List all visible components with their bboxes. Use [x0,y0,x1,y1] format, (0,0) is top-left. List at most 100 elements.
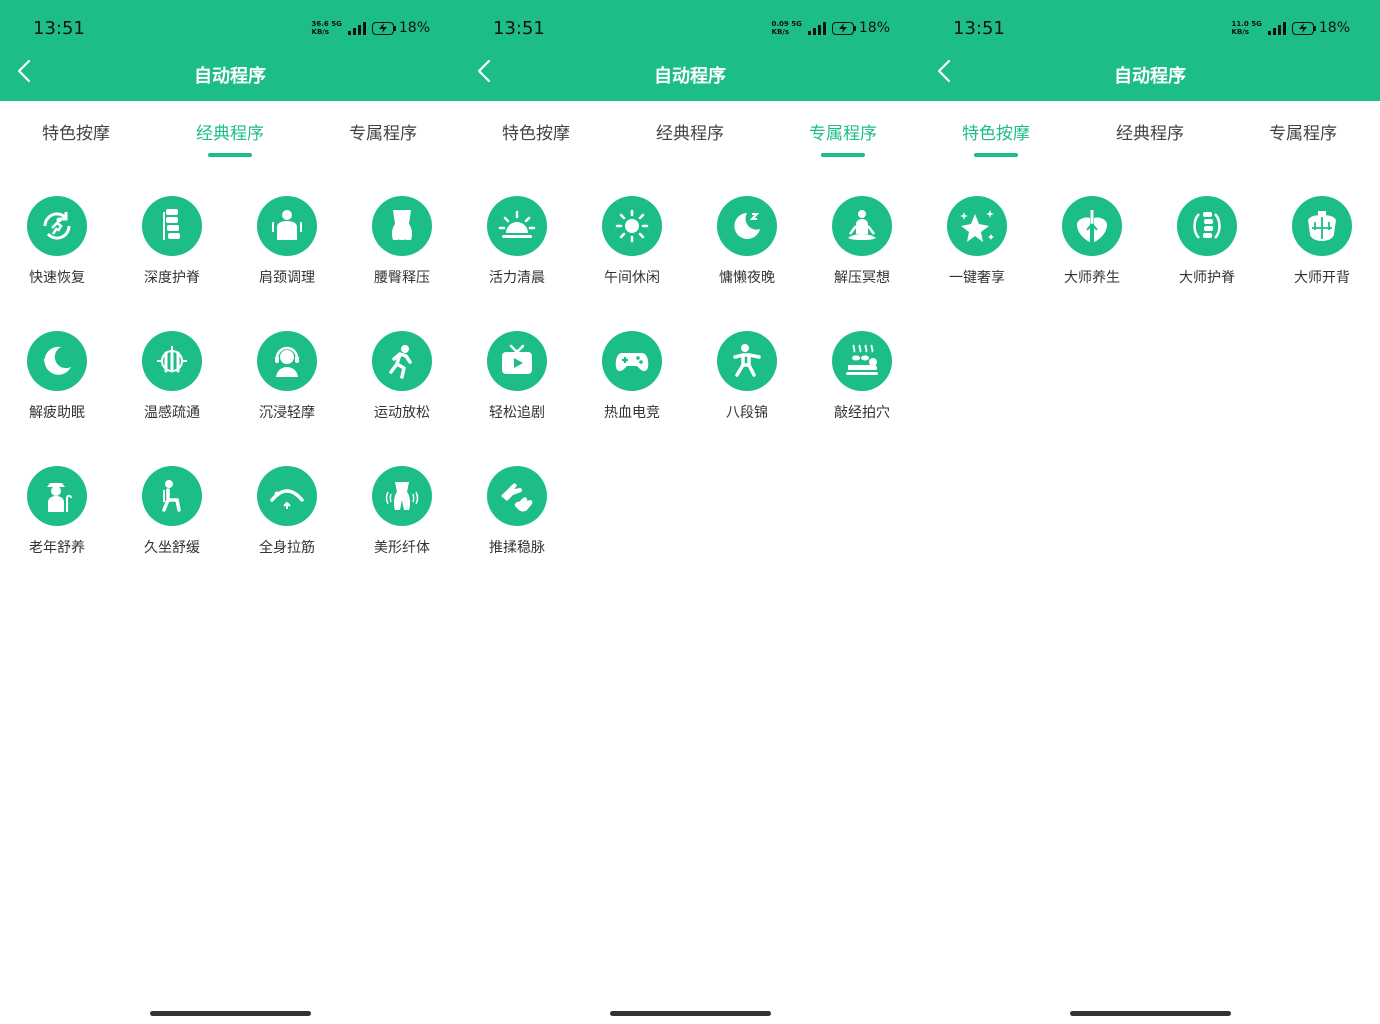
program-label: 快速恢复 [29,270,85,286]
network-speed: 36.6 5G KB/s [311,20,342,36]
program-item[interactable]: 活力清晨 [472,196,562,287]
moon-zz-icon [717,196,777,256]
page-title: 自动程序 [194,66,266,87]
body-shape-icon [372,466,432,526]
phone-screen-3: 13:51 11.0 5G KB/s 18% 自动程序 特色按摩 经典程序 专属… [920,0,1380,1024]
phone-screen-1: 13:51 36.6 5G KB/s 18% 自动程序 特色按摩 经典程序 专属… [0,0,460,1024]
tab-bar: 特色按摩 经典程序 专属程序 [920,101,1380,165]
program-label: 热血电竞 [604,405,660,421]
program-item[interactable]: 解疲助眠 [12,331,102,422]
battery-percent: 18% [858,20,890,36]
back-muscle-icon [1292,196,1352,256]
page-title: 自动程序 [654,66,726,87]
status-bar-right: 36.6 5G KB/s 18% [312,20,430,36]
active-tab-indicator [208,153,252,157]
tab-3[interactable]: 专属程序 [788,119,898,144]
home-indicator[interactable] [1070,1011,1231,1016]
program-item[interactable]: 午间休闲 [587,196,677,287]
tab-2[interactable]: 经典程序 [175,119,285,144]
program-item[interactable]: 热血电竞 [587,331,677,422]
tab-bar: 特色按摩 经典程序 专属程序 [0,101,460,165]
program-label: 运动放松 [374,405,430,421]
quick-recovery-icon [27,196,87,256]
battery-percent: 18% [1318,20,1350,36]
tab-2[interactable]: 经典程序 [635,119,745,144]
program-item[interactable]: 全身拉筋 [242,466,332,557]
page-title: 自动程序 [1114,66,1186,87]
program-item[interactable]: 深度护脊 [127,196,217,287]
program-label: 慵懒夜晚 [719,270,775,286]
status-time: 13:51 [33,18,85,39]
meditation-icon [832,196,892,256]
program-label: 解压冥想 [834,270,890,286]
tab-1[interactable]: 特色按摩 [21,119,131,144]
battery-icon: 18% [371,20,430,36]
tab-1[interactable]: 特色按摩 [941,119,1051,144]
stretch-icon [257,466,317,526]
tab-2[interactable]: 经典程序 [1095,119,1205,144]
home-indicator[interactable] [610,1011,771,1016]
program-item[interactable]: 慵懒夜晚 [702,196,792,287]
program-item[interactable]: 久坐舒缓 [127,466,217,557]
tab-1[interactable]: 特色按摩 [481,119,591,144]
program-item[interactable]: 温感疏通 [127,331,217,422]
app-header: 13:51 0.09 5G KB/s 18% 自动程序 [460,0,920,101]
program-item[interactable]: 老年舒养 [12,466,102,557]
program-item[interactable]: 肩颈调理 [242,196,332,287]
tai-chi-icon [717,331,777,391]
status-bar-right: 0.09 5G KB/s 18% [772,20,890,36]
program-label: 轻松追剧 [489,405,545,421]
waist-hip-icon [372,196,432,256]
program-item[interactable]: 大师养生 [1047,196,1137,287]
network-speed: 11.0 5G KB/s [1231,20,1262,36]
signal-icon [347,21,366,35]
program-item[interactable]: 八段锦 [702,331,792,422]
active-tab-indicator [974,153,1018,157]
tv-icon [487,331,547,391]
moon-stars-icon [27,331,87,391]
program-label: 一键奢享 [949,270,1005,286]
program-label: 美形纤体 [374,540,430,556]
program-item[interactable]: 运动放松 [357,331,447,422]
program-label: 推揉稳脉 [489,540,545,556]
program-item[interactable]: 解压冥想 [817,196,907,287]
hand-massage-icon [487,466,547,526]
program-label: 大师养生 [1064,270,1120,286]
program-item[interactable]: 快速恢复 [12,196,102,287]
program-item[interactable]: 腰臀释压 [357,196,447,287]
hot-stone-icon [832,331,892,391]
program-item[interactable]: 大师护脊 [1162,196,1252,287]
program-item[interactable]: 敲经拍穴 [817,331,907,422]
program-item[interactable]: 轻松追剧 [472,331,562,422]
program-label: 午间休闲 [604,270,660,286]
program-label: 大师开背 [1294,270,1350,286]
sunrise-icon [487,196,547,256]
headphones-person-icon [257,331,317,391]
program-label: 全身拉筋 [259,540,315,556]
program-label: 敲经拍穴 [834,405,890,421]
home-indicator[interactable] [150,1011,311,1016]
active-tab-indicator [821,153,865,157]
sparkle-stars-icon [947,196,1007,256]
gamepad-icon [602,331,662,391]
sitting-icon [142,466,202,526]
program-item[interactable]: 美形纤体 [357,466,447,557]
app-header: 13:51 36.6 5G KB/s 18% 自动程序 [0,0,460,101]
program-label: 活力清晨 [489,270,545,286]
shoulder-neck-icon [257,196,317,256]
program-item[interactable]: 大师开背 [1277,196,1367,287]
lungs-icon [1062,196,1122,256]
network-speed: 0.09 5G KB/s [771,20,802,36]
program-label: 温感疏通 [144,405,200,421]
battery-icon: 18% [831,20,890,36]
app-header: 13:51 11.0 5G KB/s 18% 自动程序 [920,0,1380,101]
program-item[interactable]: 沉浸轻摩 [242,331,332,422]
program-label: 大师护脊 [1179,270,1235,286]
sun-icon [602,196,662,256]
program-label: 深度护脊 [144,270,200,286]
tab-3[interactable]: 专属程序 [1248,119,1358,144]
program-item[interactable]: 推揉稳脉 [472,466,562,557]
running-icon [372,331,432,391]
tab-3[interactable]: 专属程序 [328,119,438,144]
program-item[interactable]: 一键奢享 [932,196,1022,287]
